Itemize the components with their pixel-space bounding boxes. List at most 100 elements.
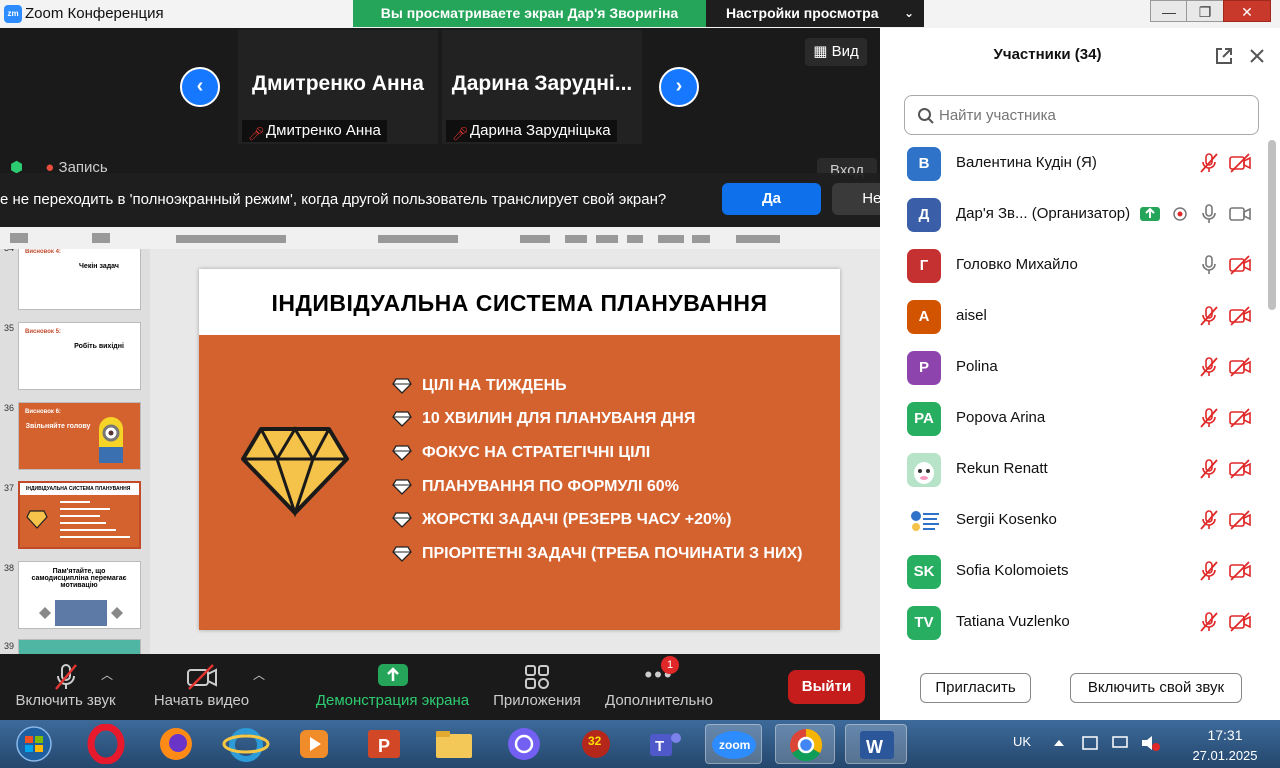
- view-button[interactable]: ▦ Вид: [805, 38, 867, 66]
- participant-row[interactable]: Rekun Renatt: [880, 444, 1265, 495]
- enable-audio-button[interactable]: Включить свой звук: [1070, 673, 1242, 703]
- gallery-next-button[interactable]: ›: [659, 67, 699, 107]
- slide-thumbnail-selected[interactable]: ІНДИВІДУАЛЬНА СИСТЕМА ПЛАНУВАННЯ: [18, 481, 141, 549]
- mic-muted-icon[interactable]: [1198, 152, 1220, 174]
- slide-thumbnail[interactable]: [18, 639, 141, 654]
- system-tray-icons[interactable]: [1050, 732, 1170, 754]
- taskbar-zoom[interactable]: zoom: [705, 724, 762, 764]
- participant-row[interactable]: SK Sofia Kolomoiets: [880, 546, 1265, 597]
- participants-scrollbar[interactable]: [1268, 140, 1276, 310]
- participant-tile[interactable]: Дарина Заруднi... 🎤︎ Дарина Заруднiцька: [442, 30, 642, 144]
- taskbar-viber[interactable]: [498, 724, 550, 764]
- video-status[interactable]: [1228, 152, 1252, 177]
- video-off-icon[interactable]: [1228, 560, 1252, 582]
- mic-muted-icon[interactable]: [1198, 458, 1220, 480]
- mic-muted-icon[interactable]: [1198, 611, 1220, 633]
- taskbar-word[interactable]: W: [845, 724, 907, 764]
- clock-time[interactable]: 17:31: [1190, 727, 1260, 743]
- start-button[interactable]: [8, 724, 60, 764]
- pop-out-icon[interactable]: [1214, 46, 1234, 66]
- unmute-button[interactable]: ︿ Включить звук: [13, 662, 118, 709]
- video-status[interactable]: [1228, 203, 1252, 228]
- mic-muted-icon[interactable]: [1198, 305, 1220, 327]
- participant-row[interactable]: Sergii Kosenko: [880, 495, 1265, 546]
- invite-button[interactable]: Пригласить: [920, 673, 1031, 703]
- participant-row[interactable]: Д Дар'я Зв... (Организатор): [880, 189, 1265, 240]
- video-off-icon[interactable]: [1228, 458, 1252, 480]
- mic-icon[interactable]: [1198, 203, 1220, 225]
- taskbar-game[interactable]: 32: [570, 724, 622, 764]
- video-off-icon[interactable]: [1228, 611, 1252, 633]
- mic-status[interactable]: [1198, 407, 1220, 432]
- video-off-icon[interactable]: [1228, 305, 1252, 327]
- mic-muted-icon[interactable]: [1198, 560, 1220, 582]
- mic-status[interactable]: [1198, 611, 1220, 636]
- video-status[interactable]: [1228, 305, 1252, 330]
- keyboard-language[interactable]: UK: [1013, 734, 1031, 749]
- chevron-up-icon[interactable]: ︿: [101, 666, 113, 683]
- video-status[interactable]: [1228, 611, 1252, 636]
- participant-row[interactable]: Г Головко Михайло: [880, 240, 1265, 291]
- close-window-button[interactable]: ✕: [1223, 0, 1271, 22]
- slide-thumbnail[interactable]: Висновок 6: Звільняйте голову: [18, 402, 141, 470]
- mic-status[interactable]: [1198, 203, 1220, 228]
- mic-status[interactable]: [1198, 152, 1220, 177]
- participant-tile[interactable]: Дмитренко Анна 🎤︎ Дмитренко Анна: [238, 30, 438, 144]
- video-off-icon[interactable]: [1228, 152, 1252, 174]
- organizer-indicators: [1140, 203, 1196, 228]
- taskbar-chrome[interactable]: [775, 724, 835, 764]
- participant-row[interactable]: P Polina: [880, 342, 1265, 393]
- video-off-icon[interactable]: [1228, 407, 1252, 429]
- mic-icon[interactable]: [1198, 254, 1220, 276]
- video-status[interactable]: [1228, 509, 1252, 534]
- close-icon[interactable]: [1248, 47, 1266, 65]
- video-icon[interactable]: [1228, 203, 1252, 225]
- taskbar-firefox[interactable]: [150, 724, 202, 764]
- video-status[interactable]: [1228, 356, 1252, 381]
- taskbar-teams[interactable]: T: [638, 724, 690, 764]
- slide-thumbnail[interactable]: Пам'ятайте, що самодисципліна перемагає …: [18, 561, 141, 629]
- apps-button[interactable]: Приложения: [491, 662, 583, 709]
- video-off-icon[interactable]: [1228, 254, 1252, 276]
- participant-row[interactable]: PA Popova Arina: [880, 393, 1265, 444]
- clock-date[interactable]: 27.01.2025: [1182, 748, 1268, 763]
- participant-row[interactable]: В Валентина Кудін (Я): [880, 138, 1265, 189]
- mic-status[interactable]: [1198, 560, 1220, 585]
- view-options-menu[interactable]: Настройки просмотра ⌄: [706, 0, 924, 27]
- mic-muted-icon[interactable]: [1198, 356, 1220, 378]
- gallery-prev-button[interactable]: ‹: [180, 67, 220, 107]
- mic-muted-icon[interactable]: [1198, 407, 1220, 429]
- taskbar-media-player[interactable]: [288, 724, 340, 764]
- video-off-icon[interactable]: [1228, 356, 1252, 378]
- slide-thumbnail[interactable]: Висновок 4: Чекін задач: [18, 249, 141, 310]
- video-status[interactable]: [1228, 458, 1252, 483]
- chevron-up-icon[interactable]: ︿: [253, 666, 265, 683]
- video-status[interactable]: [1228, 560, 1252, 585]
- slide-thumbnail[interactable]: Висновок 5: Робіть вихідні: [18, 322, 141, 390]
- mic-muted-icon[interactable]: [1198, 509, 1220, 531]
- taskbar-ie[interactable]: [220, 724, 272, 764]
- mic-status[interactable]: [1198, 305, 1220, 330]
- minimize-button[interactable]: —: [1150, 0, 1188, 22]
- participant-row[interactable]: TV Tatiana Vuzlenko: [880, 597, 1265, 648]
- participant-search[interactable]: [904, 95, 1259, 135]
- taskbar-powerpoint[interactable]: P: [358, 724, 410, 764]
- video-off-icon[interactable]: [1228, 509, 1252, 531]
- maximize-button[interactable]: ❐: [1186, 0, 1224, 22]
- share-screen-button[interactable]: Демонстрация экрана: [314, 662, 471, 709]
- more-button[interactable]: ••• 1 Дополнительно: [603, 656, 715, 709]
- mic-status[interactable]: [1198, 509, 1220, 534]
- start-video-button[interactable]: ︿ Начать видео: [153, 662, 265, 709]
- mic-status[interactable]: [1198, 356, 1220, 381]
- leave-button[interactable]: Выйти: [788, 670, 865, 704]
- participant-row[interactable]: Aaisel: [880, 291, 1265, 342]
- taskbar-opera[interactable]: [80, 723, 132, 765]
- prompt-yes-button[interactable]: Да: [722, 183, 821, 215]
- notification-badge: 1: [661, 656, 679, 674]
- video-status[interactable]: [1228, 254, 1252, 279]
- video-status[interactable]: [1228, 407, 1252, 432]
- taskbar-explorer[interactable]: [428, 724, 480, 764]
- search-input[interactable]: [939, 104, 1239, 126]
- mic-status[interactable]: [1198, 458, 1220, 483]
- mic-status[interactable]: [1198, 254, 1220, 279]
